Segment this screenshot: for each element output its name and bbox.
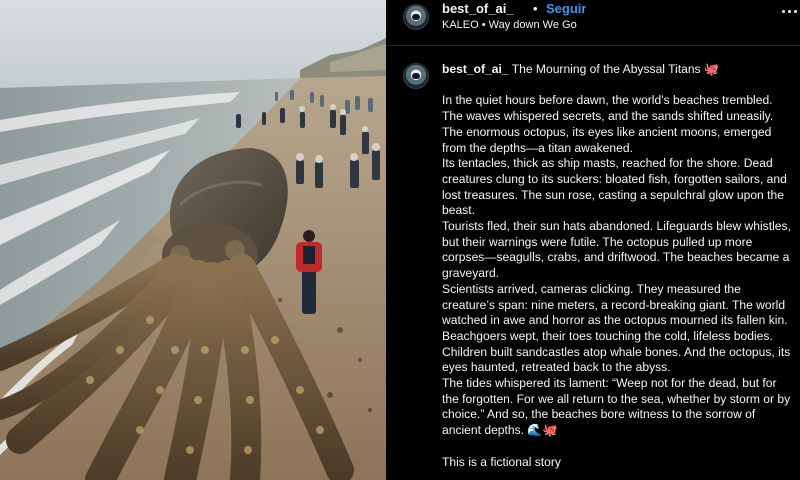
wave-octopus-emoji-icon: 🌊🐙 xyxy=(527,423,558,438)
header-separator: • xyxy=(533,1,538,16)
post-panel: best_of_ai_ • Seguir KALEO • Way down We… xyxy=(386,0,800,480)
caption-username[interactable]: best_of_ai_ xyxy=(442,62,509,76)
audio-track-link[interactable]: KALEO • Way down We Go xyxy=(442,19,577,31)
post-caption: best_of_ai_ The Mourning of the Abyssal … xyxy=(442,62,792,470)
caption-paragraph: The tides whispered its lament: “Weep no… xyxy=(442,376,792,439)
more-options-icon[interactable] xyxy=(782,10,798,16)
caption-paragraph: Its tentacles, thick as ship masts, reac… xyxy=(442,156,787,218)
follow-button[interactable]: Seguir xyxy=(546,1,586,16)
beach-octopus-scene xyxy=(0,0,386,480)
caption-paragraph: Beachgoers wept, their toes touching the… xyxy=(442,328,791,375)
header-username[interactable]: best_of_ai_ xyxy=(442,1,514,16)
post-image[interactable] xyxy=(0,0,386,480)
octopus-emoji-icon: 🐙 xyxy=(703,62,720,76)
astronaut-avatar-icon[interactable] xyxy=(403,4,429,30)
caption-title: The Mourning of the Abyssal Titans xyxy=(511,62,701,76)
caption-footer: This is a fictional story xyxy=(442,454,561,469)
caption-last-text: The tides whispered its lament: “Weep no… xyxy=(442,376,791,438)
caption-paragraph: Tourists fled, their sun hats abandoned.… xyxy=(442,219,791,281)
caption-paragraph: Scientists arrived, cameras clicking. Th… xyxy=(442,281,788,328)
post-header: best_of_ai_ • Seguir KALEO • Way down We… xyxy=(386,0,800,46)
caption-paragraph: In the quiet hours before dawn, the worl… xyxy=(442,93,774,155)
caption-avatar-icon[interactable] xyxy=(403,63,429,89)
caption-title-line: best_of_ai_ The Mourning of the Abyssal … xyxy=(442,62,792,78)
